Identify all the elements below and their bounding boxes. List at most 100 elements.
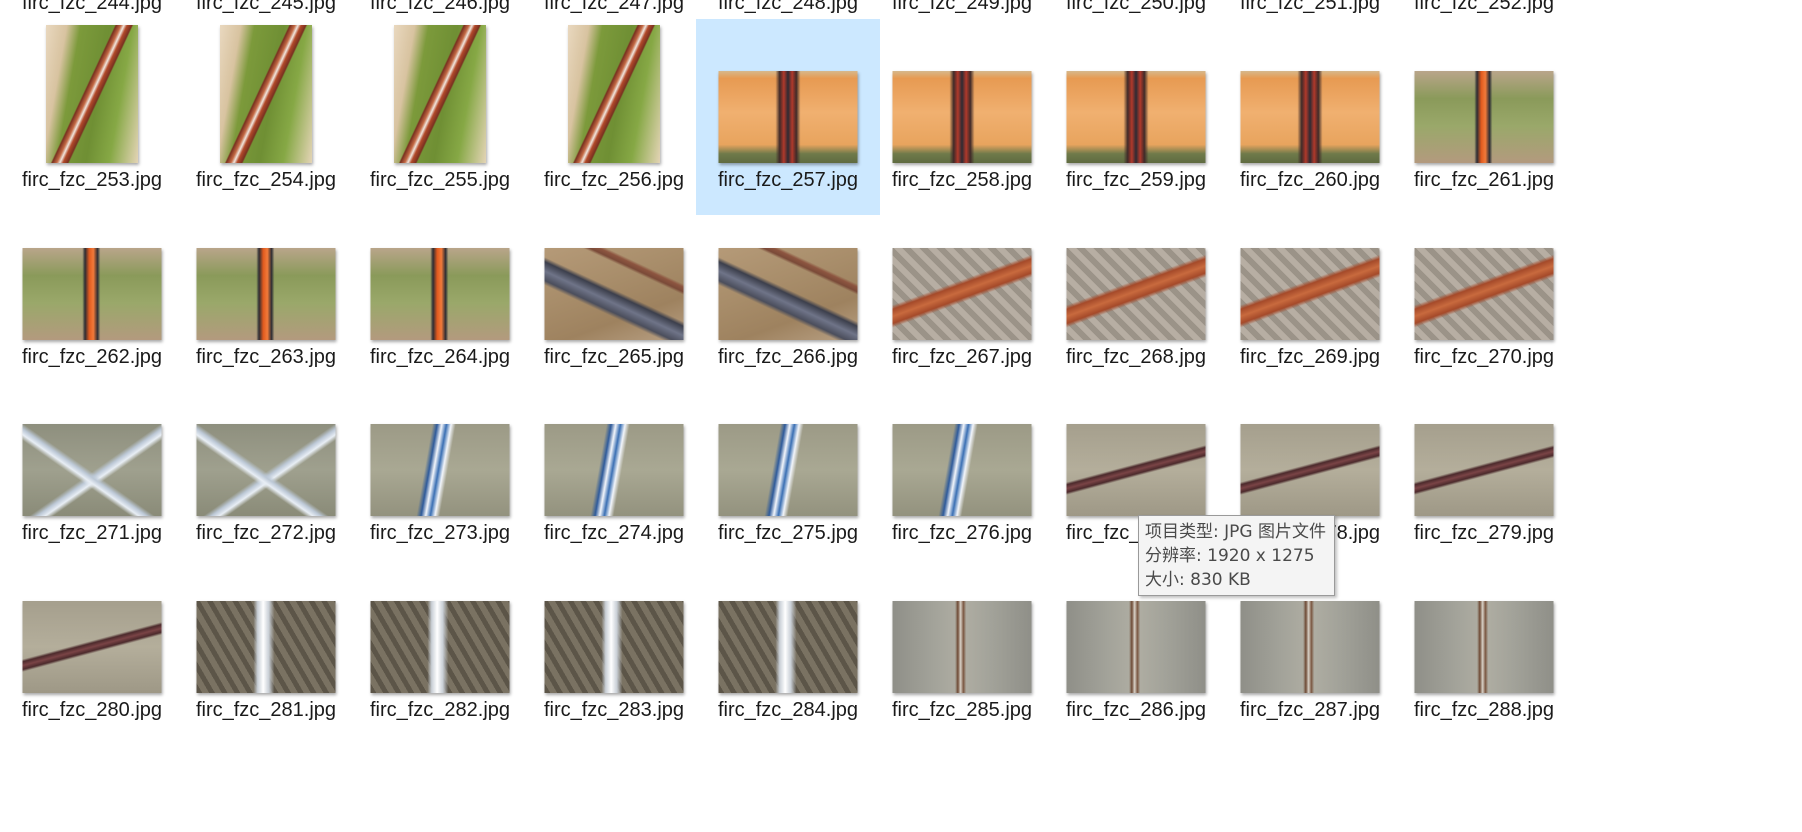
- file-name-label: firc_fzc_247.jpg: [543, 0, 685, 14]
- thumbnail-image-detail: [394, 25, 486, 163]
- file-thumbnail[interactable]: [892, 248, 1032, 340]
- file-thumbnail[interactable]: [892, 424, 1032, 516]
- file-item[interactable]: firc_fzc_264.jpg: [348, 196, 532, 392]
- file-thumbnail[interactable]: [196, 424, 336, 516]
- file-thumbnail[interactable]: [22, 424, 162, 516]
- file-thumbnail[interactable]: [718, 424, 858, 516]
- thumbnail-image-detail: [718, 424, 858, 516]
- file-name-label: firc_fzc_255.jpg: [369, 169, 511, 191]
- thumbnail-image-detail: [544, 601, 684, 693]
- thumbnail-image-detail: [370, 601, 510, 693]
- file-name-label: firc_fzc_259.jpg: [1065, 169, 1207, 191]
- tooltip-type-line: 项目类型: JPG 图片文件: [1145, 522, 1326, 542]
- file-item[interactable]: firc_fzc_270.jpg: [1392, 196, 1576, 392]
- file-item[interactable]: firc_fzc_284.jpg: [696, 549, 880, 745]
- file-thumbnail[interactable]: [1066, 601, 1206, 693]
- file-thumbnail[interactable]: [196, 601, 336, 693]
- thumbnail-image-detail: [370, 424, 510, 516]
- file-thumbnail[interactable]: [1240, 248, 1380, 340]
- file-thumbnail[interactable]: [1414, 71, 1554, 163]
- file-item[interactable]: firc_fzc_254.jpg: [174, 19, 358, 215]
- file-thumbnail[interactable]: [718, 71, 858, 163]
- file-name-label: firc_fzc_285.jpg: [891, 699, 1033, 721]
- file-item[interactable]: firc_fzc_274.jpg: [522, 372, 706, 568]
- file-item[interactable]: firc_fzc_281.jpg: [174, 549, 358, 745]
- file-name-label: firc_fzc_282.jpg: [369, 699, 511, 721]
- file-item[interactable]: firc_fzc_280.jpg: [0, 549, 184, 745]
- file-item[interactable]: firc_fzc_272.jpg: [174, 372, 358, 568]
- file-item[interactable]: firc_fzc_266.jpg: [696, 196, 880, 392]
- file-item[interactable]: firc_fzc_253.jpg: [0, 19, 184, 215]
- file-item[interactable]: firc_fzc_256.jpg: [522, 19, 706, 215]
- file-item[interactable]: firc_fzc_288.jpg: [1392, 549, 1576, 745]
- file-thumbnail[interactable]: [1240, 424, 1380, 516]
- file-item[interactable]: firc_fzc_273.jpg: [348, 372, 532, 568]
- file-item[interactable]: firc_fzc_269.jpg: [1218, 196, 1402, 392]
- thumbnail-image-detail: [22, 601, 162, 693]
- file-item[interactable]: firc_fzc_255.jpg: [348, 19, 532, 215]
- thumbnail-image-detail: [892, 424, 1032, 516]
- file-thumbnail[interactable]: [544, 601, 684, 693]
- file-item[interactable]: firc_fzc_285.jpg: [870, 549, 1054, 745]
- file-name-label: firc_fzc_256.jpg: [543, 169, 685, 191]
- file-thumbnail[interactable]: [568, 25, 660, 163]
- file-item[interactable]: firc_fzc_261.jpg: [1392, 19, 1576, 215]
- thumbnail-image-detail: [22, 248, 162, 340]
- file-thumbnail[interactable]: [544, 248, 684, 340]
- file-thumbnail[interactable]: [370, 248, 510, 340]
- file-name-label: firc_fzc_261.jpg: [1413, 169, 1555, 191]
- file-item[interactable]: firc_fzc_258.jpg: [870, 19, 1054, 215]
- file-item[interactable]: firc_fzc_282.jpg: [348, 549, 532, 745]
- thumbnail-image-detail: [1240, 248, 1380, 340]
- file-thumbnail[interactable]: [370, 424, 510, 516]
- thumbnail-image-detail: [892, 248, 1032, 340]
- file-item[interactable]: firc_fzc_279.jpg: [1392, 372, 1576, 568]
- file-thumbnail[interactable]: [1414, 248, 1554, 340]
- thumbnail-image-detail: [544, 424, 684, 516]
- thumbnail-image-detail: [1414, 248, 1554, 340]
- file-thumbnail[interactable]: [394, 25, 486, 163]
- file-item[interactable]: firc_fzc_276.jpg: [870, 372, 1054, 568]
- file-item[interactable]: firc_fzc_271.jpg: [0, 372, 184, 568]
- file-thumbnail[interactable]: [220, 25, 312, 163]
- tooltip-size-line: 大小: 830 KB: [1145, 570, 1251, 590]
- file-thumbnail[interactable]: [22, 601, 162, 693]
- file-item[interactable]: firc_fzc_275.jpg: [696, 372, 880, 568]
- file-name-label: firc_fzc_286.jpg: [1065, 699, 1207, 721]
- file-item[interactable]: firc_fzc_260.jpg: [1218, 19, 1402, 215]
- thumbnail-image-detail: [1240, 601, 1380, 693]
- file-thumbnail[interactable]: [544, 424, 684, 516]
- file-thumbnail[interactable]: [1066, 71, 1206, 163]
- file-item[interactable]: firc_fzc_268.jpg: [1044, 196, 1228, 392]
- file-thumbnail[interactable]: [718, 601, 858, 693]
- file-item[interactable]: firc_fzc_263.jpg: [174, 196, 358, 392]
- file-thumbnail[interactable]: [46, 25, 138, 163]
- file-thumbnail[interactable]: [1414, 424, 1554, 516]
- file-thumbnail[interactable]: [1066, 424, 1206, 516]
- file-thumbnail[interactable]: [892, 601, 1032, 693]
- file-item[interactable]: firc_fzc_265.jpg: [522, 196, 706, 392]
- file-item[interactable]: firc_fzc_259.jpg: [1044, 19, 1228, 215]
- thumbnail-image-detail: [1414, 424, 1554, 516]
- file-item[interactable]: firc_fzc_267.jpg: [870, 196, 1054, 392]
- file-thumbnail[interactable]: [1414, 601, 1554, 693]
- file-thumbnail[interactable]: [1066, 248, 1206, 340]
- thumbnail-image-detail: [718, 248, 858, 340]
- file-thumbnail[interactable]: [718, 248, 858, 340]
- file-thumbnail[interactable]: [1240, 71, 1380, 163]
- file-name-label: firc_fzc_250.jpg: [1065, 0, 1207, 14]
- file-name-label: firc_fzc_284.jpg: [717, 699, 859, 721]
- file-thumbnail[interactable]: [22, 248, 162, 340]
- file-name-label: firc_fzc_252.jpg: [1413, 0, 1555, 14]
- file-info-tooltip: 项目类型: JPG 图片文件 分辨率: 1920 x 1275 大小: 830 …: [1138, 515, 1335, 596]
- thumbnail-image-detail: [892, 601, 1032, 693]
- file-item[interactable]: firc_fzc_262.jpg: [0, 196, 184, 392]
- file-thumbnail[interactable]: [1240, 601, 1380, 693]
- file-thumbnail[interactable]: [892, 71, 1032, 163]
- file-thumbnail[interactable]: [196, 248, 336, 340]
- file-item[interactable]: firc_fzc_257.jpg: [696, 19, 880, 215]
- thumbnail-image-detail: [1414, 601, 1554, 693]
- file-thumbnail[interactable]: [370, 601, 510, 693]
- file-name-label: firc_fzc_257.jpg: [717, 169, 859, 191]
- file-item[interactable]: firc_fzc_283.jpg: [522, 549, 706, 745]
